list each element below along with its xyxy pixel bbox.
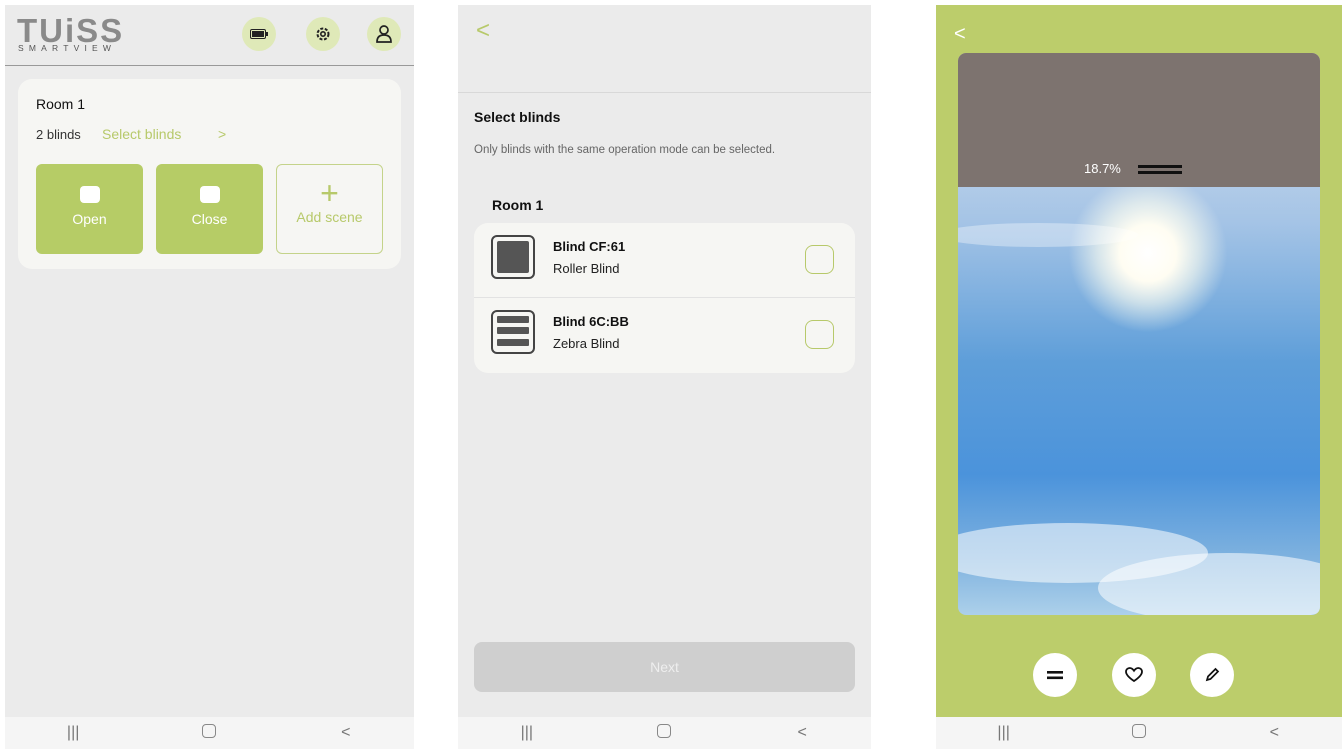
battery-icon	[250, 29, 268, 39]
blind-row-cf61[interactable]: Blind CF:61 Roller Blind	[474, 223, 855, 297]
position-percent: 18.7%	[1084, 161, 1121, 176]
zebra-blind-icon	[491, 310, 535, 354]
close-scene-icon	[199, 186, 220, 203]
app-header: TUiSS SMARTVIEW	[5, 5, 414, 66]
account-button[interactable]	[367, 17, 401, 51]
open-scene-icon	[79, 186, 100, 203]
pencil-icon	[1205, 667, 1220, 682]
next-button[interactable]: Next	[474, 642, 855, 692]
home-icon	[202, 723, 217, 738]
user-icon	[376, 25, 392, 43]
smartview-logo-sub: SMARTVIEW	[18, 43, 117, 53]
blind-list: Blind CF:61 Roller Blind Blind 6C:BB Zeb…	[474, 223, 855, 373]
select-blinds-screen: < Select blinds Only blinds with the sam…	[458, 5, 871, 749]
window-preview[interactable]: 18.7%	[958, 53, 1320, 615]
drag-handle-line[interactable]	[1138, 165, 1182, 168]
close-scene-label: Close	[191, 211, 228, 227]
system-nav-bar: ||| <	[936, 717, 1342, 749]
recent-apps-button[interactable]: |||	[497, 724, 557, 742]
edit-button[interactable]	[1190, 653, 1234, 697]
back-button[interactable]: <	[1244, 724, 1304, 742]
blind-type: Zebra Blind	[553, 336, 620, 351]
sun-image	[1068, 173, 1228, 333]
blind-shade[interactable]: 18.7%	[958, 53, 1320, 187]
page-description: Only blinds with the same operation mode…	[474, 144, 776, 156]
equals-button[interactable]	[1033, 653, 1077, 697]
settings-button[interactable]	[306, 17, 340, 51]
blind-row-6cbb[interactable]: Blind 6C:BB Zebra Blind	[474, 297, 855, 372]
roller-blind-icon	[491, 235, 535, 279]
blind-control-screen: < 18.7% ||| <	[936, 5, 1342, 749]
gear-icon	[316, 27, 330, 41]
open-scene-label: Open	[72, 211, 107, 227]
add-scene-button[interactable]: + Add scene	[276, 164, 383, 254]
recent-apps-button[interactable]: |||	[974, 724, 1034, 742]
blind-count: 2 blinds	[36, 127, 81, 142]
room-overview-screen: TUiSS SMARTVIEW Room 1 2 blinds Select b…	[5, 5, 414, 749]
home-button[interactable]	[1109, 723, 1169, 743]
add-scene-label: Add scene	[296, 209, 363, 225]
header-divider	[458, 92, 871, 93]
back-arrow-icon[interactable]: <	[954, 23, 966, 46]
chevron-right-icon[interactable]: >	[218, 126, 226, 142]
home-icon	[1131, 723, 1146, 738]
system-nav-bar: ||| <	[5, 717, 414, 749]
room-title: Room 1	[36, 96, 86, 112]
blind-name: Blind 6C:BB	[553, 314, 629, 329]
close-scene-button[interactable]: Close	[156, 164, 263, 254]
blind-checkbox[interactable]	[805, 320, 834, 349]
room-card: Room 1 2 blinds Select blinds > Open Clo…	[18, 79, 401, 269]
blind-name: Blind CF:61	[553, 239, 626, 254]
home-button[interactable]	[634, 723, 694, 743]
favorite-button[interactable]	[1112, 653, 1156, 697]
page-title: Select blinds	[474, 109, 561, 125]
battery-button[interactable]	[242, 17, 276, 51]
back-button[interactable]: <	[772, 724, 832, 742]
select-blinds-link[interactable]: Select blinds	[102, 126, 181, 142]
blind-type: Roller Blind	[553, 261, 620, 276]
recent-apps-button[interactable]: |||	[43, 724, 103, 742]
open-scene-button[interactable]: Open	[36, 164, 143, 254]
home-button[interactable]	[179, 723, 239, 743]
home-icon	[657, 723, 672, 738]
blind-checkbox[interactable]	[805, 245, 834, 274]
back-button[interactable]: <	[316, 724, 376, 742]
room-label: Room 1	[492, 197, 544, 213]
back-arrow-icon[interactable]: <	[476, 17, 490, 45]
heart-icon	[1125, 667, 1143, 683]
system-nav-bar: ||| <	[458, 717, 871, 749]
drag-handle-line[interactable]	[1138, 171, 1182, 174]
equals-icon	[1047, 671, 1063, 680]
plus-icon: +	[320, 175, 339, 211]
